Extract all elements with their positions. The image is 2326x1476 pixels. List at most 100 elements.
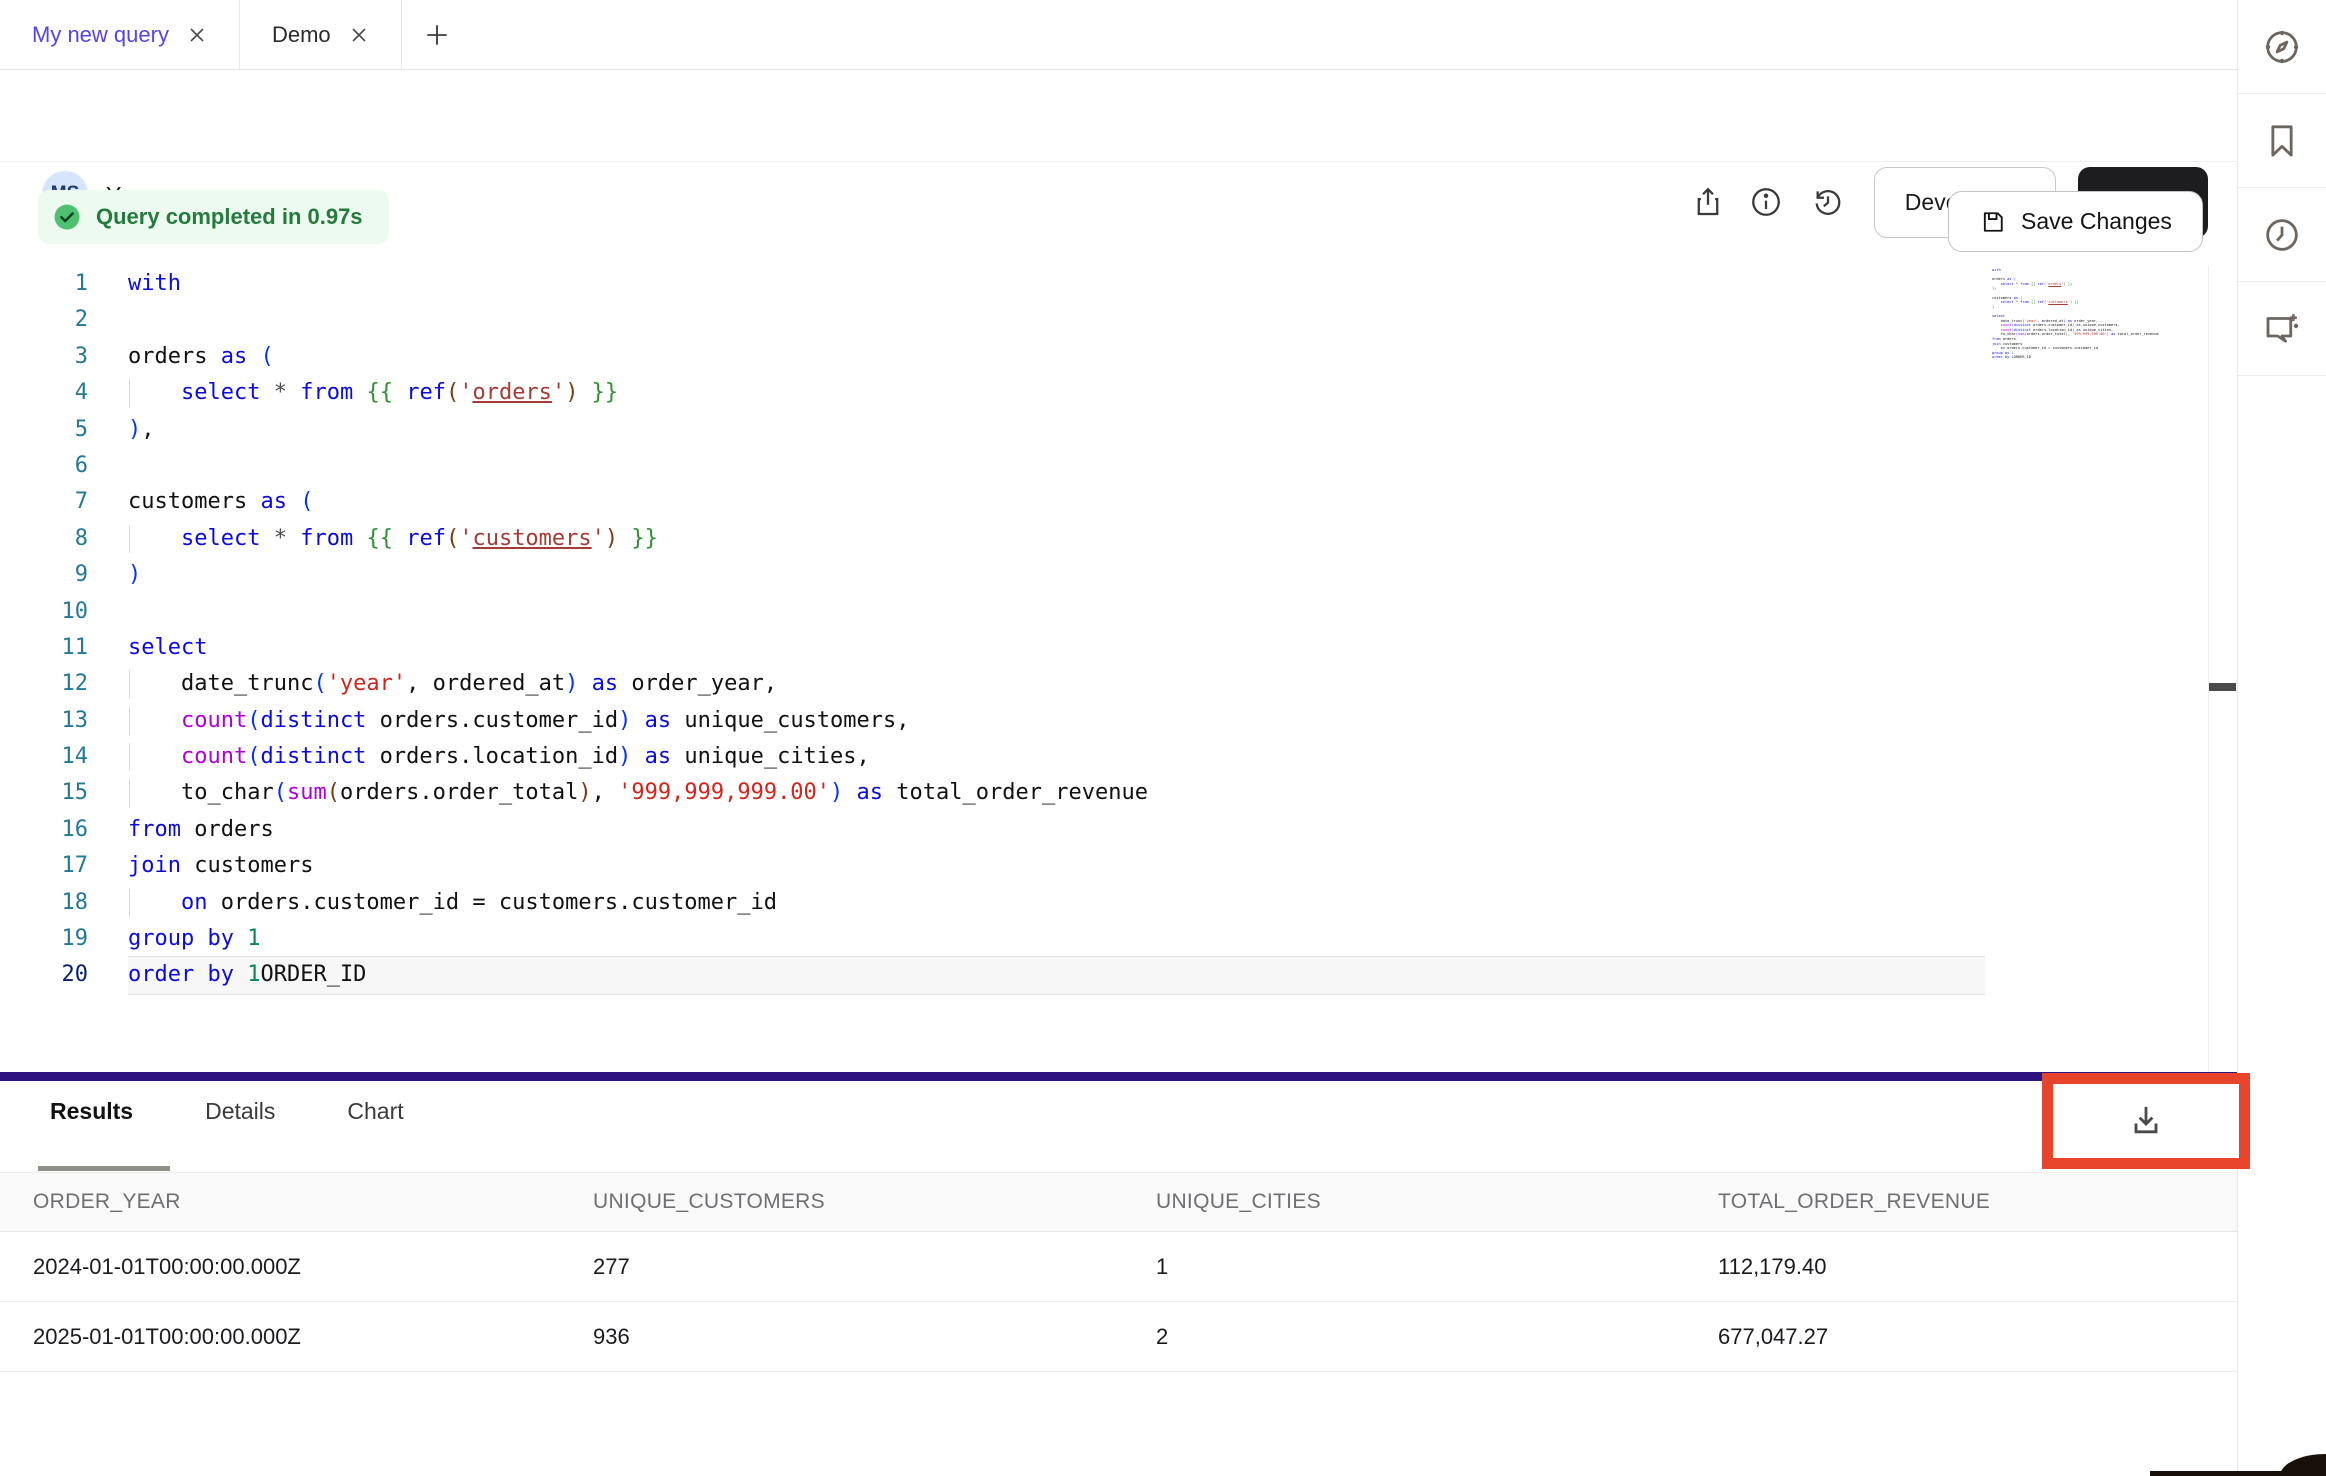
indent-guide — [129, 889, 130, 917]
line-number: 14 — [36, 739, 88, 775]
panel-resize-bar[interactable] — [0, 1072, 2237, 1081]
query-status-badge: Query completed in 0.97s — [38, 190, 389, 244]
right-icon-sidebar — [2237, 0, 2326, 1476]
line-number: 3 — [36, 339, 88, 375]
editor-scrollbar-thumb[interactable] — [2209, 683, 2236, 691]
table-cell: 677,047.27 — [1718, 1324, 2237, 1350]
tab-label: My new query — [32, 22, 169, 48]
query-header: MS Your query Develop — [0, 70, 2237, 162]
code-text — [128, 448, 1985, 484]
column-header: UNIQUE_CITIES — [1156, 1190, 1718, 1214]
code-text: from orders — [128, 812, 1985, 848]
code-line-3[interactable]: 3 orders as ( — [36, 339, 2206, 375]
status-message: Query completed in 0.97s — [96, 204, 363, 230]
line-number: 15 — [36, 775, 88, 811]
bookmark-icon[interactable] — [2238, 94, 2326, 188]
code-line-20[interactable]: 20order by 1ORDER_ID — [36, 957, 2206, 993]
code-line-11[interactable]: 11 select — [36, 630, 2206, 666]
code-text: select * from {{ ref('orders') }} — [128, 375, 1985, 411]
code-line-6[interactable]: 6 — [36, 448, 2206, 484]
code-text: on orders.customer_id = customers.custom… — [128, 885, 1985, 921]
code-text — [128, 594, 1985, 630]
code-line-7[interactable]: 7customers as ( — [36, 484, 2206, 520]
table-row[interactable]: 2025-01-01T00:00:00.000Z9362677,047.27 — [0, 1302, 2237, 1372]
code-text: group by 1 — [128, 921, 1985, 957]
info-icon[interactable] — [1744, 180, 1788, 224]
tab-demo[interactable]: Demo — [240, 0, 402, 69]
table-cell: 2 — [1156, 1324, 1718, 1350]
table-row[interactable]: 2024-01-01T00:00:00.000Z2771112,179.40 — [0, 1232, 2237, 1302]
line-number: 7 — [36, 484, 88, 520]
code-text: ) — [128, 557, 1985, 593]
tab-my-new-query[interactable]: My new query — [0, 0, 240, 69]
code-line-13[interactable]: 13 count(distinct orders.customer_id) as… — [36, 703, 2206, 739]
compass-icon[interactable] — [2238, 0, 2326, 94]
code-line-9[interactable]: 9) — [36, 557, 2206, 593]
code-text: with — [128, 266, 1985, 302]
tab-details[interactable]: Details — [205, 1098, 275, 1125]
share-icon[interactable] — [1686, 180, 1730, 224]
close-tab-icon[interactable] — [349, 25, 369, 45]
code-line-2[interactable]: 2 — [36, 302, 2206, 338]
editor-tab-bar: My new query Demo — [0, 0, 2237, 70]
line-number: 18 — [36, 885, 88, 921]
download-icon — [2126, 1101, 2166, 1141]
code-line-5[interactable]: 5), — [36, 412, 2206, 448]
code-line-4[interactable]: 4 select * from {{ ref('orders') }} — [36, 375, 2206, 411]
tab-chart[interactable]: Chart — [347, 1098, 403, 1125]
code-line-19[interactable]: 19 group by 1 — [36, 921, 2206, 957]
annotation-highlight — [2042, 1073, 2250, 1169]
code-line-8[interactable]: 8 select * from {{ ref('customers') }} — [36, 521, 2206, 557]
check-circle-icon — [52, 202, 82, 232]
column-header: ORDER_YEAR — [33, 1190, 593, 1214]
line-number: 11 — [36, 630, 88, 666]
line-number: 5 — [36, 412, 88, 448]
indent-guide — [129, 707, 130, 735]
code-line-17[interactable]: 17join customers — [36, 848, 2206, 884]
table-cell: 277 — [593, 1254, 1156, 1280]
tab-label: Demo — [272, 22, 331, 48]
code-line-18[interactable]: 18 on orders.customer_id = customers.cus… — [36, 885, 2206, 921]
code-line-1[interactable]: 1 with — [36, 266, 2206, 302]
code-line-15[interactable]: 15 to_char(sum(orders.order_total), '999… — [36, 775, 2206, 811]
main-column: My new query Demo MS Your query — [0, 0, 2237, 1476]
history-clock-icon[interactable] — [2238, 188, 2326, 282]
code-line-14[interactable]: 14 count(distinct orders.location_id) as… — [36, 739, 2206, 775]
save-changes-button[interactable]: Save Changes — [1948, 191, 2203, 252]
code-line-10[interactable]: 10 — [36, 594, 2206, 630]
results-tab-bar: Results Details Chart — [50, 1098, 404, 1125]
tab-results[interactable]: Results — [50, 1098, 133, 1125]
column-header: TOTAL_ORDER_REVENUE — [1718, 1190, 2237, 1214]
table-cell: 1 — [1156, 1254, 1718, 1280]
code-text — [128, 302, 1985, 338]
close-tab-icon[interactable] — [187, 25, 207, 45]
line-number: 16 — [36, 812, 88, 848]
line-number: 2 — [36, 302, 88, 338]
code-editor[interactable]: 1 with 23 orders as (4 select * from {{ ref… — [36, 266, 2206, 994]
indent-guide — [129, 379, 130, 407]
code-text: join customers — [128, 848, 1985, 884]
line-number: 1 — [36, 266, 88, 302]
app-window: My new query Demo MS Your query — [0, 0, 2326, 1476]
code-line-12[interactable]: 12 date_trunc('year', ordered_at) as ord… — [36, 666, 2206, 702]
code-line-16[interactable]: 16 from orders — [36, 812, 2206, 848]
minimap-line: order by 1ORDER_ID — [1992, 355, 2142, 360]
code-text: orders as ( — [128, 339, 1985, 375]
download-results-button[interactable] — [2053, 1084, 2239, 1158]
chat-sparkle-icon[interactable] — [2238, 282, 2326, 376]
indent-guide — [129, 670, 130, 698]
indent-guide — [129, 743, 130, 771]
line-number: 19 — [36, 921, 88, 957]
version-history-icon[interactable] — [1806, 180, 1850, 224]
line-number: 8 — [36, 521, 88, 557]
line-number: 10 — [36, 594, 88, 630]
line-number: 12 — [36, 666, 88, 702]
code-text: select — [128, 630, 1985, 666]
editor-scrollbar-track — [2208, 266, 2209, 1072]
minimap[interactable]: withorders as ( select * from {{ ref('or… — [1992, 268, 2142, 360]
code-text: date_trunc('year', ordered_at) as order_… — [128, 666, 1985, 702]
new-tab-button[interactable] — [402, 0, 472, 69]
save-changes-label: Save Changes — [2021, 208, 2172, 235]
code-text: count(distinct orders.location_id) as un… — [128, 739, 1985, 775]
active-tab-underline — [38, 1166, 170, 1171]
